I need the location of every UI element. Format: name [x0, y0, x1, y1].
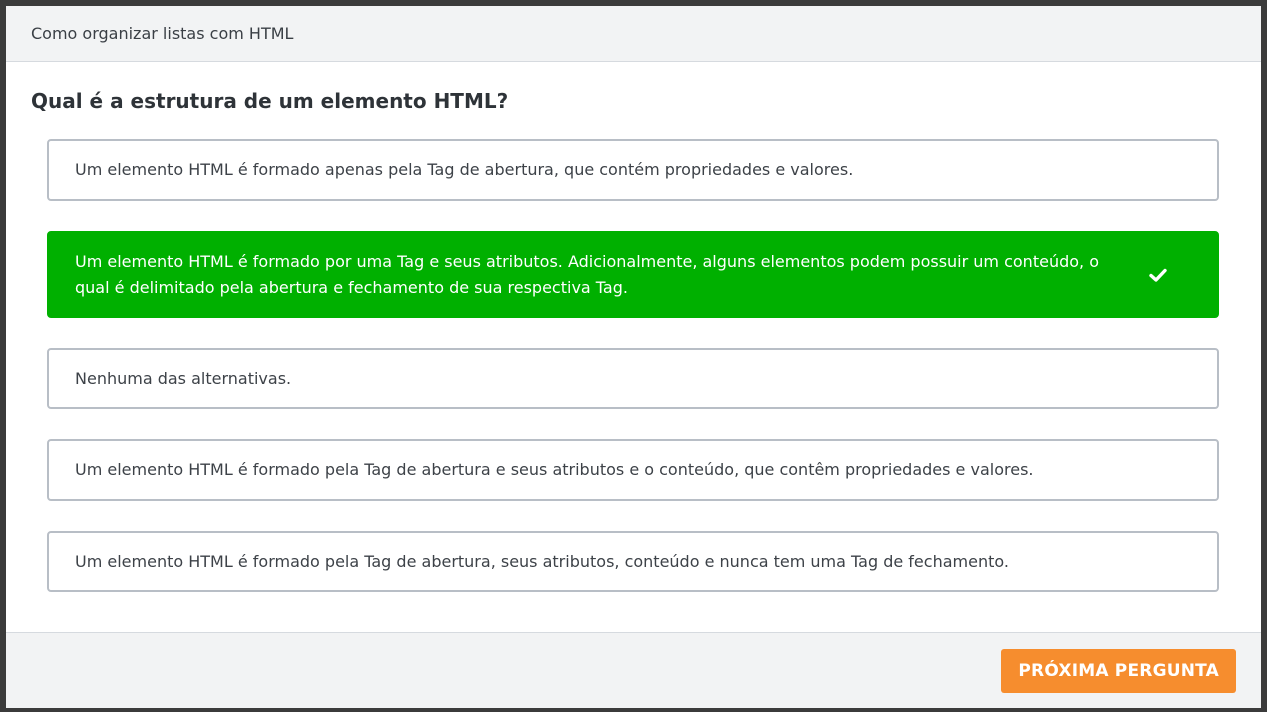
quiz-modal: Como organizar listas com HTML Qual é a … [6, 6, 1261, 708]
answer-option-text: Um elemento HTML é formado apenas pela T… [75, 160, 854, 179]
answer-option[interactable]: Um elemento HTML é formado pela Tag de a… [47, 439, 1219, 501]
course-title: Como organizar listas com HTML [31, 24, 294, 43]
modal-header: Como organizar listas com HTML [6, 6, 1261, 62]
answer-option-text: Um elemento HTML é formado por uma Tag e… [75, 251, 1099, 297]
answer-option-text: Um elemento HTML é formado pela Tag de a… [75, 460, 1034, 479]
modal-footer: PRÓXIMA PERGUNTA [6, 632, 1261, 708]
answer-option[interactable]: Um elemento HTML é formado pela Tag de a… [47, 531, 1219, 592]
answer-option[interactable]: Nenhuma das alternativas. [47, 348, 1219, 409]
next-question-button[interactable]: PRÓXIMA PERGUNTA [1001, 649, 1236, 693]
answer-option-text: Um elemento HTML é formado pela Tag de a… [75, 551, 1009, 571]
answer-option[interactable]: Um elemento HTML é formado apenas pela T… [47, 139, 1219, 201]
answer-option-text: Nenhuma das alternativas. [75, 368, 292, 388]
check-icon [1147, 264, 1169, 286]
answer-option-correct[interactable]: Um elemento HTML é formado por uma Tag e… [47, 231, 1219, 318]
question-title: Qual é a estrutura de um elemento HTML? [31, 89, 509, 113]
